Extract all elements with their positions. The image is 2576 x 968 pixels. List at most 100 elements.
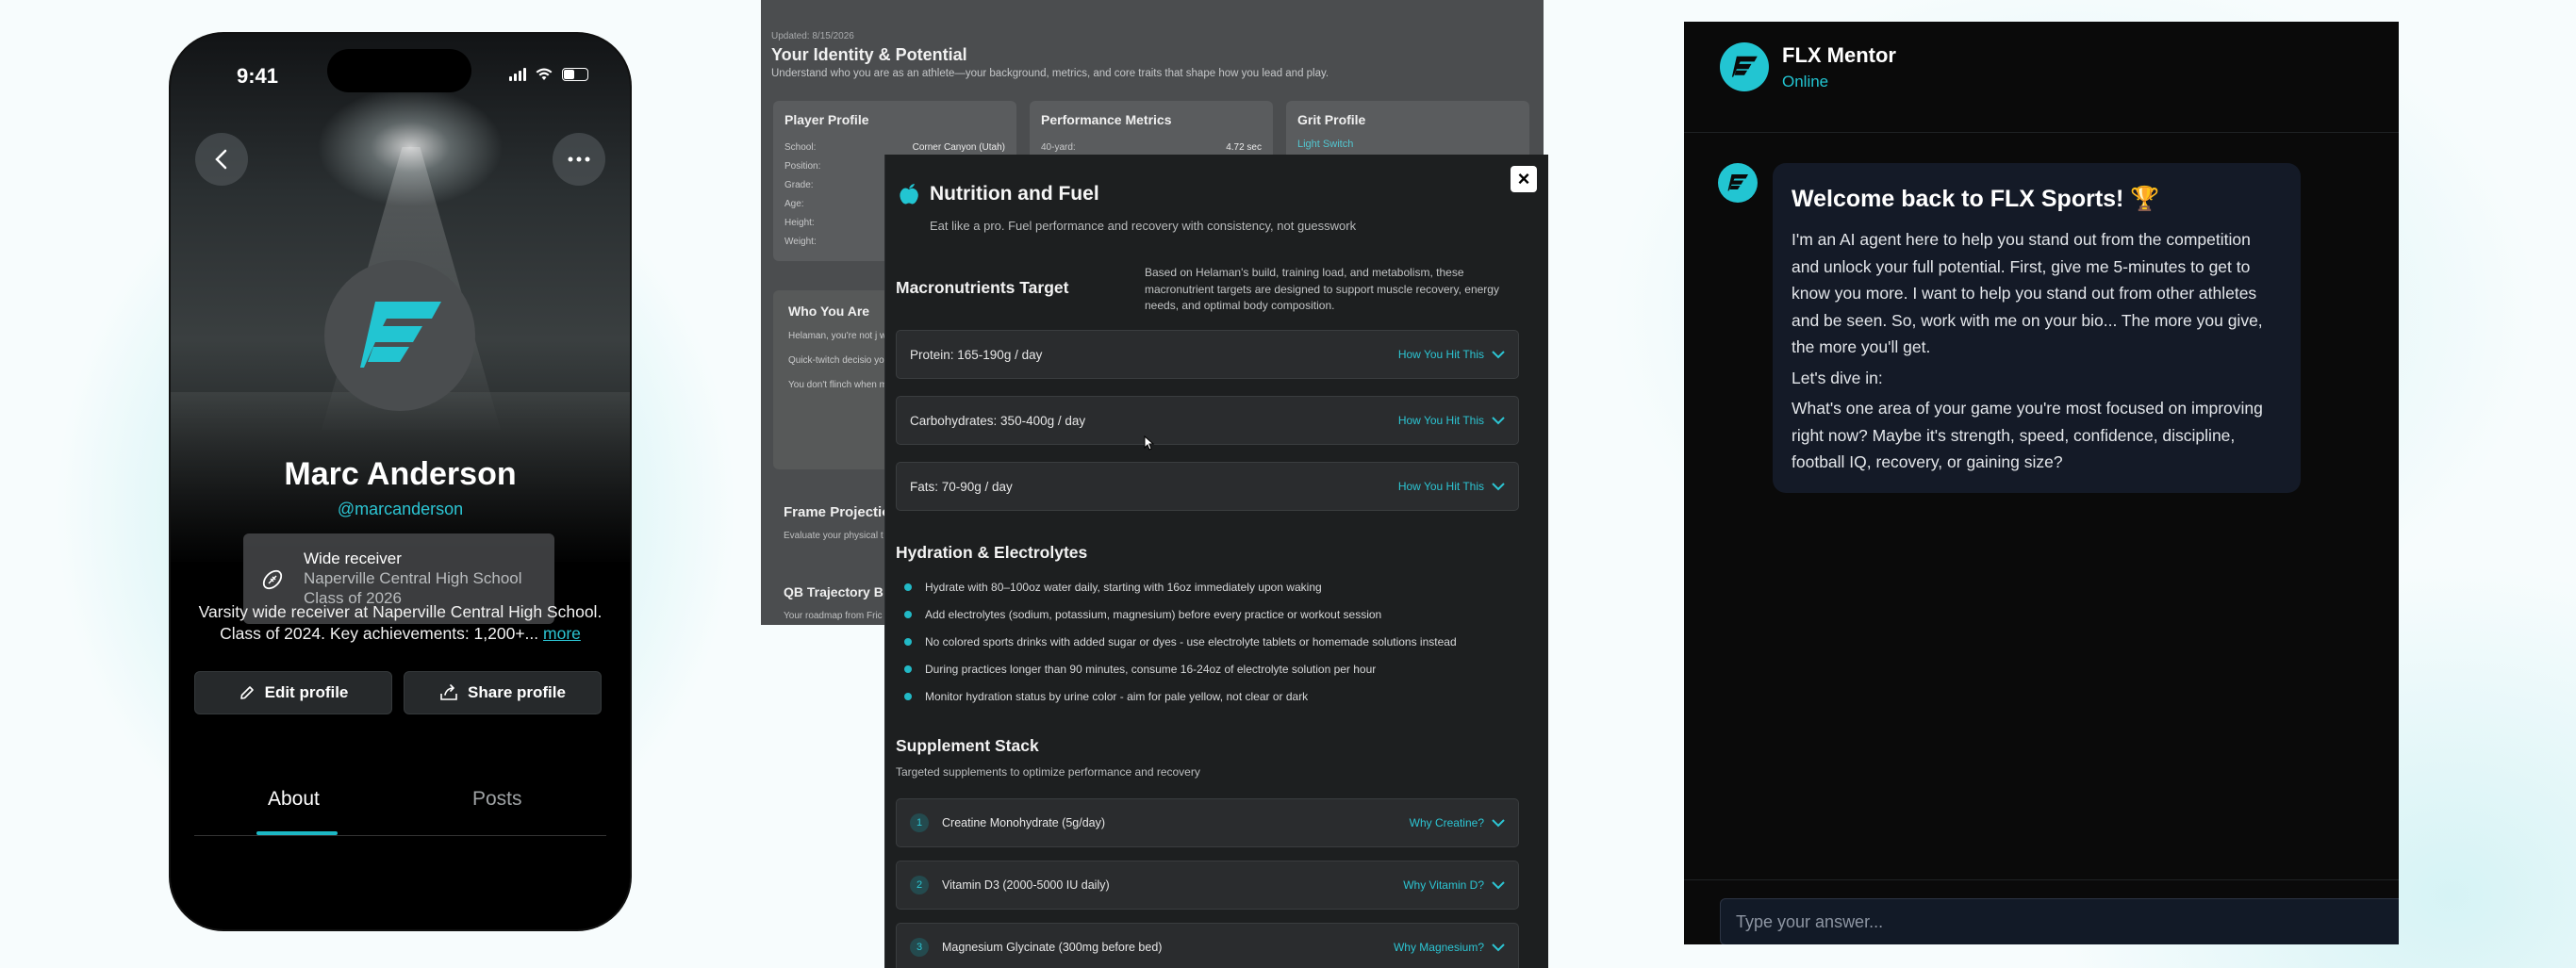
chevron-down-icon [1492,818,1505,827]
supplement-label: 1 Creatine Monohydrate (5g/day) [910,813,1105,832]
how-you-hit-this-link[interactable]: How You Hit This [1398,348,1505,361]
back-button[interactable] [195,133,248,186]
flx-logo-icon [1720,42,1769,91]
list-item: Hydrate with 80–100oz water daily, start… [904,578,1527,605]
pencil-icon [239,686,254,699]
active-tab-indicator [256,831,338,835]
supplement-label: 2 Vitamin D3 (2000-5000 IU daily) [910,876,1110,894]
position-title: Wide receiver [304,550,402,567]
avatar [324,260,475,411]
flx-logo-icon [1727,174,1748,191]
message-paragraph: I'm an AI agent here to help you stand o… [1792,230,2263,356]
how-you-hit-this-link[interactable]: How You Hit This [1398,414,1505,427]
battery-icon [562,68,588,81]
list-item: Add electrolytes (sodium, potassium, mag… [904,605,1527,632]
share-icon [440,684,457,700]
supplement-number: 1 [910,813,929,832]
chat-status: Online [1782,73,1829,90]
supplement-accordion-creatine[interactable]: 1 Creatine Monohydrate (5g/day) Why Creat… [896,798,1519,847]
chevron-down-icon [1492,416,1505,424]
supplement-number: 2 [910,876,929,894]
macros-title: Macronutrients Target [896,278,1069,297]
profile-name: Marc Anderson [284,456,517,492]
chevron-down-icon [1492,880,1505,889]
chat-window: FLX Mentor Online Welcome back to FLX Sp… [1684,22,2399,944]
signal-icon [509,68,526,81]
wifi-icon [536,68,553,80]
bio-text: Varsity wide receiver at Naperville Cent… [198,602,603,643]
share-profile-label: Share profile [468,683,566,701]
edit-profile-button[interactable]: Edit profile [194,671,392,714]
macro-label: Carbohydrates: 350-400g / day [910,413,1086,428]
frame-projection-title: Frame Projectio [784,504,891,520]
position-school: Naperville Central High School [304,569,522,587]
message-paragraph: What's one area of your game you're most… [1792,399,2263,471]
flx-logo-icon [360,302,441,368]
list-item: During practices longer than 90 minutes,… [904,660,1527,687]
chat-header: FLX Mentor Online [1684,22,2399,133]
close-button[interactable]: × [1511,166,1537,192]
supplement-accordion-vitamin-d[interactable]: 2 Vitamin D3 (2000-5000 IU daily) Why Vit… [896,861,1519,910]
why-link[interactable]: Why Creatine? [1410,816,1505,829]
share-profile-button[interactable]: Share profile [404,671,602,714]
bot-message-bubble: Welcome back to FLX Sports! 🏆 I'm an AI … [1773,163,2301,493]
qb-trajectory-title: QB Trajectory B [784,584,883,599]
macro-accordion-fats[interactable]: Fats: 70-90g / day How You Hit This [896,462,1519,511]
player-profile-title: Player Profile [784,112,869,127]
supplement-label: 3 Magnesium Glycinate (300mg before bed) [910,938,1162,957]
more-options-button[interactable] [553,133,605,186]
identity-title: Your Identity & Potential [771,45,967,64]
supplement-accordion-magnesium[interactable]: 3 Magnesium Glycinate (300mg before bed) … [896,923,1519,968]
profile-handle[interactable]: @marcanderson [171,500,630,519]
qb-trajectory-subtitle: Your roadmap from Fric [784,611,883,621]
chevron-down-icon [1492,482,1505,490]
macro-accordion-protein[interactable]: Protein: 165-190g / day How You Hit This [896,330,1519,379]
performance-metrics-title: Performance Metrics [1041,112,1172,127]
why-link[interactable]: Why Vitamin D? [1403,878,1505,892]
apple-icon [900,184,918,205]
list-item: Monitor hydration status by urine color … [904,687,1527,714]
nutrition-subtitle: Eat like a pro. Fuel performance and rec… [930,219,1357,233]
how-you-hit-this-link[interactable]: How You Hit This [1398,480,1505,493]
back-arrow-icon [215,149,227,170]
football-icon [262,569,283,590]
nutrition-title: Nutrition and Fuel [930,183,1099,205]
macro-accordion-carbs[interactable]: Carbohydrates: 350-400g / day How You Hi… [896,396,1519,445]
tab-about[interactable]: About [268,788,320,811]
chat-title: FLX Mentor [1782,43,1896,67]
bot-avatar [1718,163,1758,203]
updated-date: Updated: 8/15/2026 [771,31,854,41]
macro-label: Protein: 165-190g / day [910,347,1043,362]
mouse-cursor-icon [1144,435,1155,451]
hydration-list: Hydrate with 80–100oz water daily, start… [904,578,1527,714]
why-link[interactable]: Why Magnesium? [1394,941,1505,954]
profile-bio: Varsity wide receiver at Naperville Cent… [191,601,609,645]
dynamic-island [327,49,471,92]
macro-label: Fats: 70-90g / day [910,479,1013,494]
status-icons [509,68,588,81]
macros-description: Based on Helaman's build, training load,… [1145,266,1499,312]
chevron-down-icon [1492,350,1505,358]
grit-profile-link[interactable]: Light Switch [1297,139,1518,150]
phone-mockup: 9:41 Marc Anderson @marcanderson Wide re… [171,34,630,929]
identity-subtitle: Understand who you are as an athlete—you… [771,68,1329,79]
tabs-divider [194,835,606,836]
message-paragraph: Let's dive in: [1792,368,1883,387]
message-heading: Welcome back to FLX Sports! 🏆 [1792,186,2160,212]
grit-profile-title: Grit Profile [1297,112,1366,127]
tab-posts[interactable]: Posts [472,788,522,811]
frame-projection-subtitle: Evaluate your physical t [784,531,883,541]
nutrition-modal: × Nutrition and Fuel Eat like a pro. Fue… [884,155,1548,968]
chevron-down-icon [1492,943,1505,951]
hydration-title: Hydration & Electrolytes [896,543,1088,562]
supplements-subtitle: Targeted supplements to optimize perform… [896,765,1200,779]
more-dots-icon [568,156,590,162]
bio-more-link[interactable]: more [543,624,581,643]
chat-input[interactable] [1720,898,2399,944]
edit-profile-label: Edit profile [264,683,349,701]
supplement-number: 3 [910,938,929,957]
supplements-title: Supplement Stack [896,736,1039,755]
list-item: No colored sports drinks with added suga… [904,632,1527,660]
input-divider [1684,879,2399,880]
status-time: 9:41 [237,64,279,88]
